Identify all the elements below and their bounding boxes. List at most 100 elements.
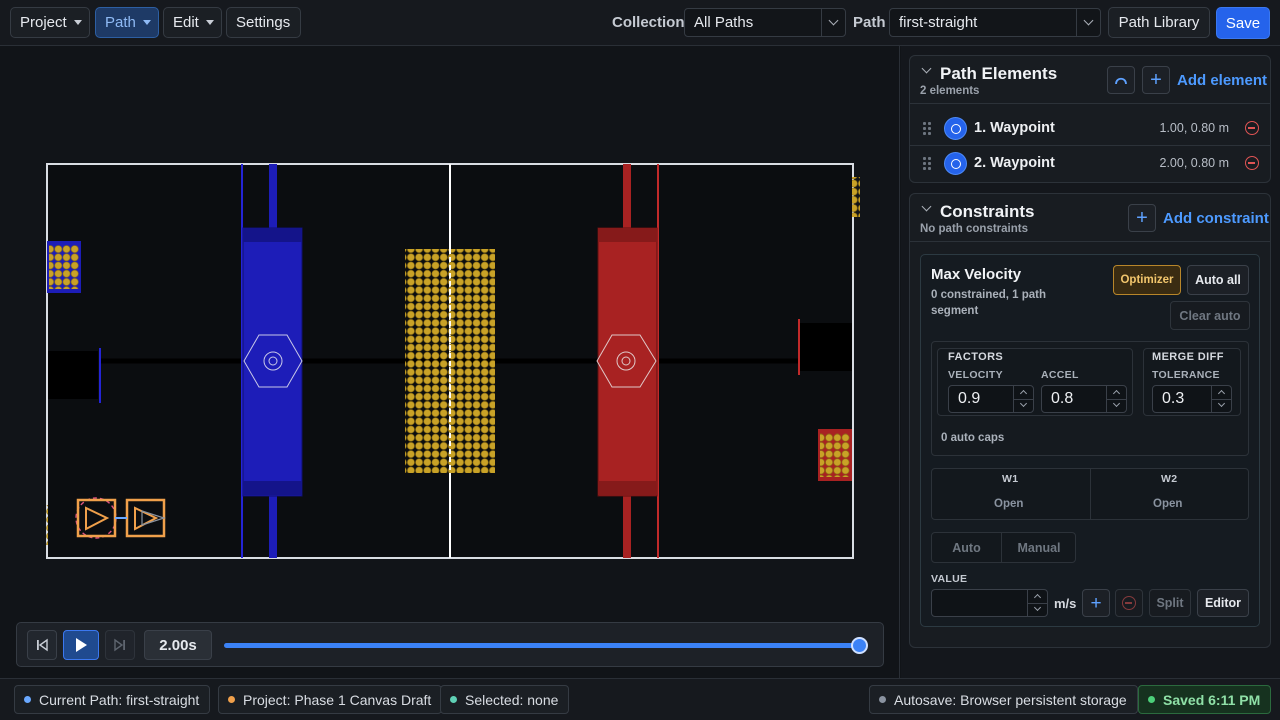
accel-value: 0.8 bbox=[1051, 390, 1074, 407]
status-dot-icon bbox=[1148, 696, 1155, 703]
chevron-down-icon bbox=[821, 9, 845, 36]
add-constraint-link[interactable]: Add constraint bbox=[1163, 210, 1269, 227]
clear-auto-button[interactable]: Clear auto bbox=[1170, 301, 1250, 330]
add-element-plus-button[interactable]: + bbox=[1142, 66, 1170, 94]
path-elements-count: 2 elements bbox=[920, 85, 980, 97]
edge-fuel-bottom-left bbox=[46, 505, 48, 545]
path-elements-card: Path Elements 2 elements + Add element 1… bbox=[909, 55, 1271, 183]
velocity-factor-input[interactable]: 0.9 bbox=[948, 385, 1034, 413]
status-dot-icon bbox=[879, 696, 886, 703]
timeline-progress bbox=[224, 643, 860, 648]
stepper-icon[interactable] bbox=[1027, 590, 1047, 616]
editor-button[interactable]: Editor bbox=[1197, 589, 1249, 617]
w1-value[interactable]: Open bbox=[994, 498, 1023, 510]
skip-start-button[interactable] bbox=[27, 630, 57, 660]
accel-label: ACCEL bbox=[1041, 369, 1079, 381]
plus-icon: + bbox=[1150, 69, 1162, 91]
path-menu-label: Path bbox=[105, 14, 136, 31]
remove-icon[interactable] bbox=[1245, 121, 1259, 135]
w2-label: W2 bbox=[1161, 473, 1178, 485]
chevron-down-icon[interactable] bbox=[921, 201, 932, 212]
selection-text: Selected: none bbox=[465, 691, 559, 708]
tolerance-input[interactable]: 0.3 bbox=[1152, 385, 1232, 413]
mode-auto-label: Auto bbox=[952, 540, 981, 555]
project-menu-label: Project bbox=[20, 14, 67, 31]
red-hub-bottom bbox=[598, 481, 657, 495]
autosave-status: Autosave: Browser persistent storage bbox=[869, 685, 1138, 714]
skip-end-icon bbox=[114, 638, 125, 652]
drag-handle-icon[interactable] bbox=[923, 157, 931, 170]
auto-all-button[interactable]: Auto all bbox=[1187, 265, 1249, 295]
project-menu-button[interactable]: Project bbox=[10, 7, 90, 38]
skip-end-button[interactable] bbox=[105, 630, 135, 660]
chevron-down-icon bbox=[205, 20, 214, 25]
selection-status: Selected: none bbox=[440, 685, 570, 714]
skip-start-icon bbox=[37, 638, 48, 652]
side-panel: Path Elements 2 elements + Add element 1… bbox=[901, 46, 1280, 678]
max-velocity-summary: 0 constrained, 1 path segment bbox=[931, 289, 1047, 317]
value-input[interactable] bbox=[931, 589, 1048, 617]
split-button[interactable]: Split bbox=[1149, 589, 1191, 617]
collection-select[interactable]: All Paths bbox=[684, 8, 846, 37]
optimizer-button[interactable]: Optimizer bbox=[1113, 265, 1181, 295]
drag-handle-icon[interactable] bbox=[923, 122, 931, 135]
blue-hub-bottom bbox=[243, 481, 302, 495]
w1-label: W1 bbox=[1002, 473, 1019, 485]
path-library-button[interactable]: Path Library bbox=[1108, 7, 1210, 38]
blue-hub-top bbox=[243, 228, 302, 242]
settings-button[interactable]: Settings bbox=[226, 7, 301, 38]
stepper-icon[interactable] bbox=[1106, 386, 1126, 412]
tolerance-label: TOLERANCE bbox=[1152, 369, 1220, 381]
edit-menu-label: Edit bbox=[173, 14, 199, 31]
save-button[interactable]: Save bbox=[1216, 7, 1270, 39]
field-canvas[interactable] bbox=[46, 163, 862, 563]
path-menu-button[interactable]: Path bbox=[95, 7, 159, 38]
chevron-down-icon[interactable] bbox=[921, 63, 932, 74]
add-value-button[interactable]: + bbox=[1082, 589, 1110, 617]
path-value: first-straight bbox=[899, 14, 978, 31]
value-label: VALUE bbox=[931, 573, 968, 585]
path-elements-header: Path Elements 2 elements + Add element bbox=[910, 56, 1270, 104]
accel-factor-input[interactable]: 0.8 bbox=[1041, 385, 1127, 413]
collection-value: All Paths bbox=[694, 14, 754, 31]
element-coords: 2.00, 0.80 m bbox=[1159, 156, 1230, 170]
w2-value[interactable]: Open bbox=[1153, 498, 1182, 510]
stepper-icon[interactable] bbox=[1211, 386, 1231, 412]
tolerance-value: 0.3 bbox=[1162, 390, 1185, 407]
blue-corral-fuel bbox=[49, 245, 79, 289]
curve-tool-button[interactable] bbox=[1107, 66, 1135, 94]
timeline-thumb[interactable] bbox=[851, 637, 868, 654]
autosave-text: Autosave: Browser persistent storage bbox=[894, 691, 1127, 708]
time-readout: 2.00s bbox=[144, 630, 212, 660]
constraints-card: Constraints No path constraints + Add co… bbox=[909, 193, 1271, 648]
constraints-header: Constraints No path constraints + Add co… bbox=[910, 194, 1270, 242]
list-item[interactable]: 2. Waypoint 2.00, 0.80 m bbox=[910, 146, 1270, 181]
auto-caps-count: 0 auto caps bbox=[941, 432, 1005, 444]
field-canvas-area[interactable]: 2.00s bbox=[0, 46, 900, 678]
path-library-label: Path Library bbox=[1118, 14, 1200, 31]
blue-outpost bbox=[48, 351, 98, 399]
element-coords: 1.00, 0.80 m bbox=[1159, 121, 1230, 135]
add-element-link[interactable]: Add element bbox=[1177, 72, 1267, 89]
status-dot-icon bbox=[24, 696, 31, 703]
waypoint-icon bbox=[944, 152, 967, 175]
remove-value-button[interactable] bbox=[1115, 589, 1143, 617]
curve-icon bbox=[1115, 77, 1127, 85]
remove-icon[interactable] bbox=[1245, 156, 1259, 170]
factors-group: FACTORS VELOCITY ACCEL 0.9 0.8 bbox=[937, 348, 1133, 416]
saved-status-badge: Saved 6:11 PM bbox=[1138, 685, 1272, 714]
path-select[interactable]: first-straight bbox=[889, 8, 1101, 37]
add-constraint-plus-button[interactable]: + bbox=[1128, 204, 1156, 232]
play-button[interactable] bbox=[63, 630, 99, 660]
chevron-down-icon bbox=[1076, 9, 1100, 36]
path-label: Path bbox=[853, 14, 886, 31]
max-velocity-panel: Max Velocity 0 constrained, 1 path segme… bbox=[920, 254, 1260, 627]
factors-title: FACTORS bbox=[948, 351, 1004, 363]
mode-auto-button[interactable]: Auto bbox=[932, 533, 1002, 562]
edit-menu-button[interactable]: Edit bbox=[163, 7, 222, 38]
timeline-slider[interactable] bbox=[224, 637, 868, 654]
mode-manual-button[interactable]: Manual bbox=[1003, 533, 1075, 562]
list-item[interactable]: 1. Waypoint 1.00, 0.80 m bbox=[910, 111, 1270, 146]
split-label: Split bbox=[1156, 596, 1184, 610]
stepper-icon[interactable] bbox=[1013, 386, 1033, 412]
